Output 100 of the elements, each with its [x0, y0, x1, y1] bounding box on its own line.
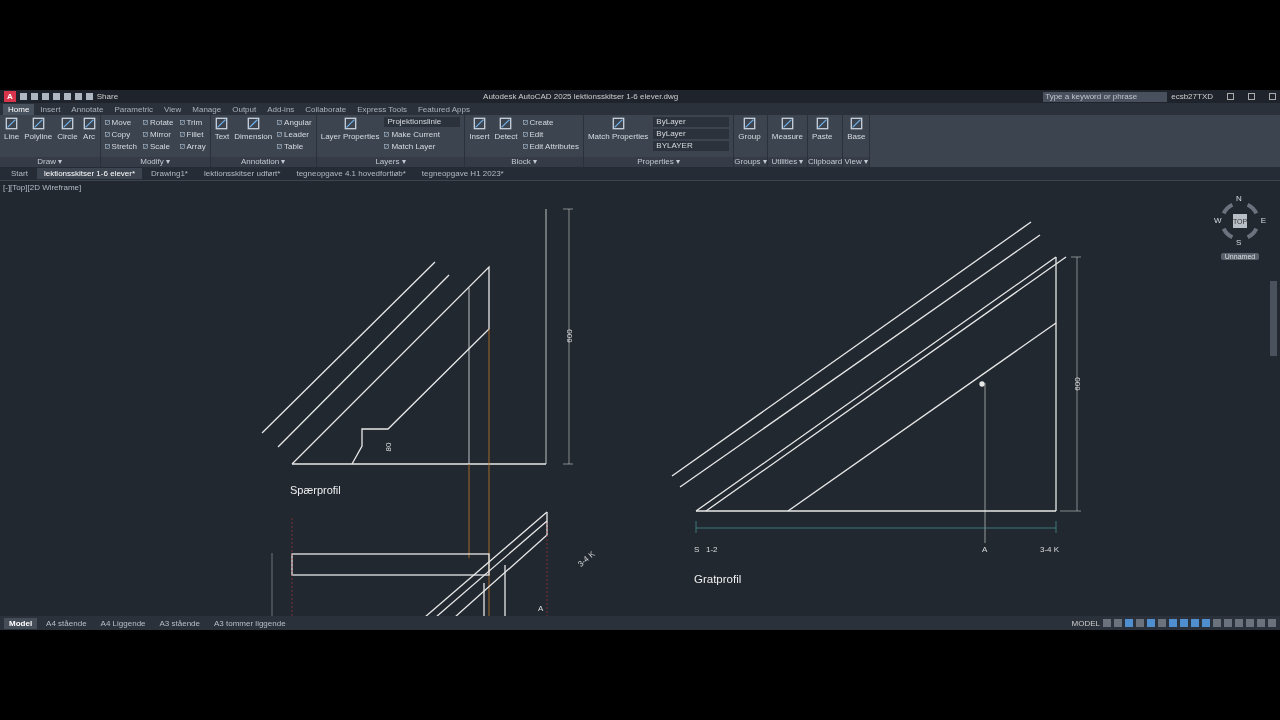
ribbon-tab[interactable]: Express Tools — [352, 103, 412, 115]
ribbon-tool[interactable]: Insert — [469, 117, 490, 141]
ribbon-tab[interactable]: Add-ins — [262, 103, 300, 115]
file-tab[interactable]: tegneopgave H1 2023* — [414, 168, 511, 179]
layout-tab[interactable]: A3 tommer liggende — [209, 617, 291, 629]
dropdown[interactable]: ByLayer — [653, 117, 730, 127]
panel-title[interactable]: Block ▾ — [465, 157, 583, 167]
app-logo[interactable]: A — [4, 91, 16, 102]
ribbon-tool[interactable]: Array — [179, 141, 206, 152]
ribbon-tool[interactable]: Match Properties — [587, 117, 649, 141]
model-button[interactable]: MODEL — [1071, 618, 1100, 628]
status-toggle[interactable] — [1268, 619, 1276, 627]
ribbon-tool[interactable]: Make Current — [384, 129, 461, 140]
dimension-text: 80 — [384, 442, 393, 452]
ribbon-tool[interactable]: Move — [104, 117, 137, 128]
panel-title[interactable]: Groups ▾ — [734, 157, 767, 167]
viewport-label[interactable]: [-][Top][2D Wireframe] — [3, 183, 82, 192]
panel-title[interactable]: View ▾ — [843, 157, 870, 167]
ribbon-tab[interactable]: Insert — [35, 103, 66, 115]
compass-ring-arc[interactable] — [1246, 227, 1259, 240]
panel-title[interactable]: Properties ▾ — [583, 157, 734, 167]
file-tab[interactable]: lektionsskitser 1-6 elever* — [36, 168, 143, 179]
file-tab[interactable]: lektionsskitser udført* — [196, 168, 288, 179]
panel-title[interactable]: Utilities ▾ — [767, 157, 807, 167]
status-toggle[interactable] — [1191, 619, 1199, 627]
status-toggle[interactable] — [1246, 619, 1254, 627]
search-field[interactable]: Type a keyword or phrase — [1043, 91, 1168, 102]
ribbon-tool[interactable]: Circle — [57, 117, 78, 141]
ribbon-tab[interactable]: Manage — [187, 103, 227, 115]
tool-icon — [179, 144, 185, 149]
status-toggle[interactable] — [1114, 619, 1122, 627]
ribbon-tool[interactable]: Copy — [104, 129, 137, 140]
ribbon-tool[interactable]: Match Layer — [384, 141, 461, 152]
ribbon-tab[interactable]: Collaborate — [300, 103, 352, 115]
user-name[interactable]: ecsb27TXD — [1171, 92, 1213, 101]
status-toggle[interactable] — [1147, 619, 1155, 627]
status-toggle[interactable] — [1257, 619, 1265, 627]
ribbon-tab[interactable]: Home — [3, 103, 35, 115]
ribbon-tool[interactable]: Paste — [811, 117, 833, 141]
ribbon-tool[interactable]: Detect — [494, 117, 518, 141]
dropdown[interactable]: Projektionslinie — [384, 117, 461, 127]
panel-title[interactable]: Annotation ▾ — [210, 157, 316, 167]
ribbon-tool[interactable]: Group — [738, 117, 761, 141]
ribbon-tool[interactable]: Scale — [142, 141, 174, 152]
status-toggle[interactable] — [1158, 619, 1166, 627]
ribbon-tool[interactable]: Fillet — [179, 129, 206, 140]
ribbon-tool[interactable]: Rotate — [142, 117, 174, 128]
ribbon-tool[interactable]: Polyline — [24, 117, 53, 141]
compass-letter: S — [1236, 239, 1242, 247]
dropdown[interactable]: ByLayer — [653, 129, 730, 139]
tool-icon — [142, 132, 148, 137]
layout-tab[interactable]: A3 stående — [154, 617, 205, 629]
dropdown[interactable]: BYLAYER — [653, 141, 730, 151]
compass-ring-arc[interactable] — [1246, 202, 1259, 215]
status-toggle[interactable] — [1202, 619, 1210, 627]
ribbon-tab[interactable]: View — [159, 103, 187, 115]
ribbon-tool[interactable]: Angular — [277, 117, 312, 128]
ribbon-tool[interactable]: Line — [4, 117, 20, 141]
ribbon-tool[interactable]: Dimension — [234, 117, 273, 141]
mark-text: A — [982, 545, 988, 554]
status-toggle[interactable] — [1213, 619, 1221, 627]
share-button[interactable]: Share — [96, 92, 119, 101]
layout-tab[interactable]: A4 stående — [41, 617, 92, 629]
ribbon-tool[interactable]: Layer Properties — [320, 117, 380, 141]
ribbon-tool[interactable]: Table — [277, 141, 312, 152]
status-toggle[interactable] — [1125, 619, 1133, 627]
layout-tab[interactable]: A4 Liggende — [95, 617, 151, 629]
ribbon-tool[interactable]: Trim — [179, 117, 206, 128]
scrollbar[interactable] — [1270, 281, 1277, 356]
compass-ring-arc[interactable] — [1221, 227, 1234, 240]
ribbon-tool[interactable]: Base — [847, 117, 866, 141]
ribbon-tool[interactable]: Create — [522, 117, 579, 128]
panel-title[interactable]: Layers ▾ — [316, 157, 465, 167]
ribbon-tool[interactable]: Leader — [277, 129, 312, 140]
status-toggle[interactable] — [1169, 619, 1177, 627]
ribbon-tab[interactable]: Annotate — [66, 103, 109, 115]
file-tab[interactable]: tegneopgave 4.1 hovedfortløb* — [289, 168, 413, 179]
ribbon-tool[interactable]: Text — [214, 117, 230, 141]
panel-title[interactable]: Modify ▾ — [100, 157, 210, 167]
status-toggle[interactable] — [1180, 619, 1188, 627]
compass-ring-arc[interactable] — [1221, 202, 1234, 215]
panel-title[interactable]: Clipboard — [807, 157, 843, 167]
mark-text: S — [694, 545, 700, 554]
status-toggle[interactable] — [1224, 619, 1232, 627]
ribbon-tool[interactable]: Arc — [82, 117, 96, 141]
ribbon-tool[interactable]: Edit — [522, 129, 579, 140]
ribbon-tab[interactable]: Featured Apps — [412, 103, 475, 115]
panel-title[interactable]: Draw ▾ — [0, 157, 100, 167]
file-tab[interactable]: Drawing1* — [144, 168, 195, 179]
status-toggle[interactable] — [1136, 619, 1144, 627]
ribbon-tool[interactable]: Edit Attributes — [522, 141, 579, 152]
ribbon-tab[interactable]: Parametric — [109, 103, 159, 115]
status-toggle[interactable] — [1103, 619, 1111, 627]
ribbon-tab[interactable]: Output — [227, 103, 262, 115]
status-toggle[interactable] — [1235, 619, 1243, 627]
ribbon-tool[interactable]: Mirror — [142, 129, 174, 140]
ribbon-tool[interactable]: Stretch — [104, 141, 137, 152]
ribbon-tool[interactable]: Measure — [771, 117, 803, 141]
file-tab[interactable]: Start — [4, 168, 35, 179]
layout-tab[interactable]: Model — [4, 617, 38, 629]
